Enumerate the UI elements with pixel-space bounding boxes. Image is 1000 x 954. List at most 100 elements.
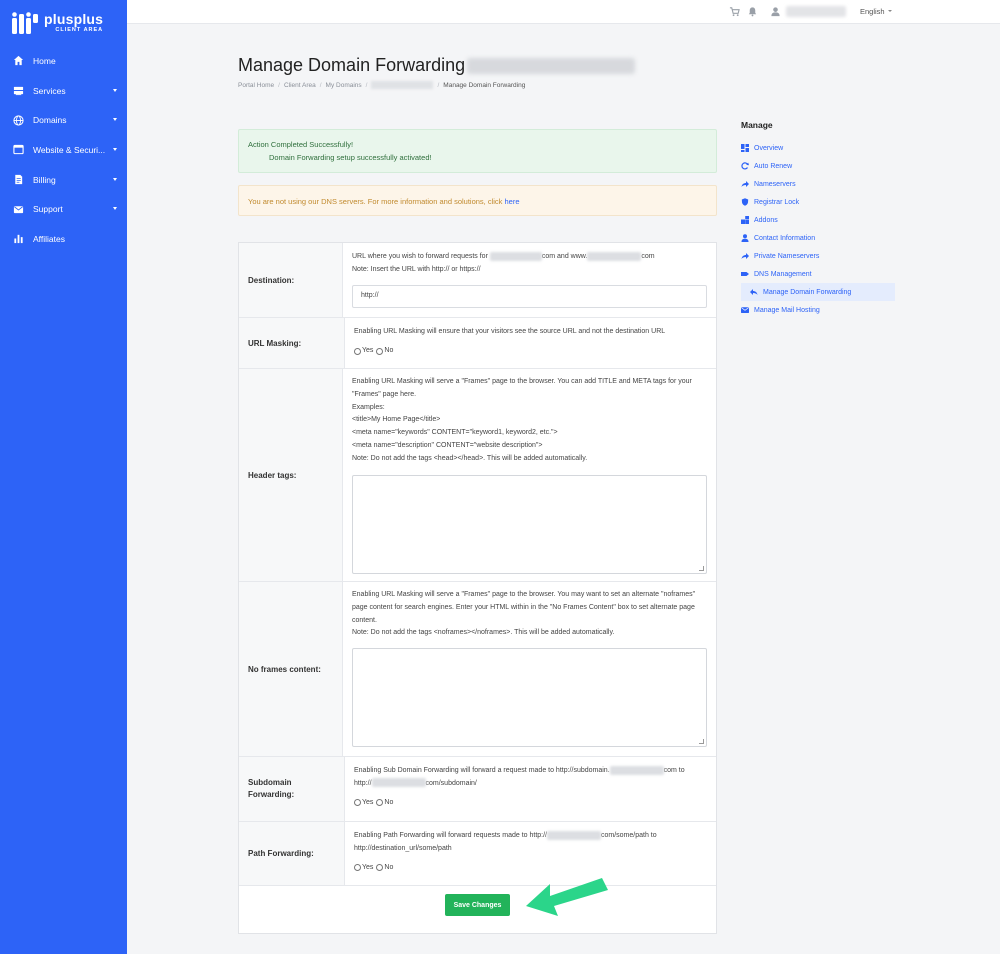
noframes-label: No frames content:: [239, 582, 343, 756]
sidebar-item-billing[interactable]: Billing: [0, 165, 127, 195]
manage-menu: Overview Auto Renew Nameservers Registra…: [741, 139, 895, 319]
bell-icon[interactable]: [747, 6, 758, 17]
tag-icon: [741, 270, 749, 278]
dns-warning-text: You are not using our DNS servers. For m…: [248, 197, 505, 206]
url-masking-radios: Yes No: [354, 345, 707, 358]
sidebar-item-label: Domains: [33, 115, 67, 126]
header-tags-help: Enabling URL Masking will serve a "Frame…: [352, 378, 692, 398]
domain-redacted: [467, 57, 636, 74]
dns-warning-link[interactable]: here: [505, 197, 520, 206]
server-icon: [13, 85, 24, 96]
url-masking-row: URL Masking: Enabling URL Masking will e…: [239, 318, 716, 369]
destination-input[interactable]: http://: [352, 284, 707, 308]
cart-icon[interactable]: [729, 6, 740, 17]
manage-item-auto-renew[interactable]: Auto Renew: [741, 157, 895, 175]
subdomain-yes-radio[interactable]: [354, 799, 361, 807]
destination-row: Destination: URL where you wish to forwa…: [239, 243, 716, 318]
sidebar-item-website-security[interactable]: Website & Securi...: [0, 135, 127, 165]
forward-arrow-icon: [741, 252, 749, 260]
chevron-down-icon: [888, 10, 892, 12]
subdomain-no-radio[interactable]: [376, 799, 384, 807]
save-changes-button[interactable]: Save Changes: [445, 894, 510, 916]
sidebar-item-label: Support: [33, 204, 63, 215]
window-icon: [13, 144, 24, 155]
noframes-note: Note: Do not add the tags <noframes></no…: [352, 629, 615, 637]
sidebar-item-services[interactable]: Services: [0, 76, 127, 106]
refresh-icon: [741, 162, 749, 170]
mail-icon: [13, 204, 24, 215]
manage-item-contact-information[interactable]: Contact Information: [741, 229, 895, 247]
header-tags-textarea[interactable]: [352, 474, 707, 574]
success-alert-message: Domain Forwarding setup successfully act…: [269, 153, 432, 162]
path-forwarding-yes-radio[interactable]: [354, 864, 361, 872]
sidebar-item-label: Billing: [33, 174, 56, 185]
manage-item-addons[interactable]: Addons: [741, 211, 895, 229]
user-icon[interactable]: [770, 6, 781, 17]
shield-icon: [741, 198, 749, 206]
subdomain-radios: Yes No: [354, 797, 707, 810]
sidebar-item-domains[interactable]: Domains: [0, 105, 127, 135]
page-title: Manage Domain Forwarding: [238, 55, 636, 76]
globe-icon: [13, 115, 24, 126]
logo-mark-icon: [12, 12, 38, 34]
sidebar-item-affiliates[interactable]: Affiliates: [0, 224, 127, 254]
breadcrumb-current: Manage Domain Forwarding: [443, 81, 526, 89]
header-tags-label: Header tags:: [239, 369, 343, 581]
noframes-textarea[interactable]: [352, 648, 707, 748]
manage-item-dns-management[interactable]: DNS Management: [741, 265, 895, 283]
destination-note: Note: Insert the URL with http:// or htt…: [352, 265, 481, 273]
language-selector[interactable]: English: [860, 7, 885, 16]
url-masking-yes-radio[interactable]: [354, 347, 361, 355]
success-alert: Action Completed Successfully! Domain Fo…: [238, 129, 717, 173]
path-forwarding-no-radio[interactable]: [376, 864, 384, 872]
subdomain-row: Subdomain Forwarding: Enabling Sub Domai…: [239, 757, 716, 822]
sidebar: plusplus CLIENT AREA Home Services Domai…: [0, 0, 127, 954]
brand-logo[interactable]: plusplus CLIENT AREA: [12, 12, 103, 34]
brand-name: plusplus: [44, 11, 104, 28]
sidebar-item-label: Home: [33, 55, 56, 66]
manage-item-overview[interactable]: Overview: [741, 139, 895, 157]
sidebar-item-label: Website & Securi...: [33, 144, 106, 155]
topbar: English: [127, 0, 1000, 24]
url-masking-no-radio[interactable]: [376, 347, 384, 355]
breadcrumb-domain-redacted[interactable]: [371, 81, 434, 89]
page-title-text: Manage Domain Forwarding: [238, 55, 466, 75]
breadcrumb: Portal Home / Client Area / My Domains /…: [238, 81, 526, 89]
breadcrumb-portal-home[interactable]: Portal Home: [238, 82, 274, 89]
grid-icon: [741, 144, 749, 152]
reply-icon: [750, 288, 758, 296]
path-forwarding-label: Path Forwarding:: [239, 822, 345, 885]
url-masking-help: Enabling URL Masking will ensure that yo…: [354, 328, 666, 335]
document-icon: [13, 174, 24, 185]
noframes-row: No frames content: Enabling URL Masking …: [239, 582, 716, 757]
breadcrumb-my-domains[interactable]: My Domains: [326, 82, 362, 89]
brand-sub: CLIENT AREA: [55, 27, 104, 34]
username-redacted[interactable]: [786, 6, 846, 17]
success-alert-title: Action Completed Successfully!: [248, 140, 354, 149]
manage-item-domain-forwarding[interactable]: Manage Domain Forwarding: [741, 283, 895, 301]
forward-arrow-icon: [741, 180, 749, 188]
manage-item-private-nameservers[interactable]: Private Nameservers: [741, 247, 895, 265]
chevron-down-icon: [113, 207, 117, 211]
breadcrumb-client-area[interactable]: Client Area: [284, 82, 316, 89]
header-tags-row: Header tags: Enabling URL Masking will s…: [239, 369, 716, 582]
manage-item-nameservers[interactable]: Nameservers: [741, 175, 895, 193]
manage-item-registrar-lock[interactable]: Registrar Lock: [741, 193, 895, 211]
subdomain-label: Subdomain Forwarding:: [239, 757, 345, 821]
manage-item-mail-hosting[interactable]: Manage Mail Hosting: [741, 301, 895, 319]
destination-help: URL where you wish to forward requests f…: [352, 251, 655, 261]
sidebar-nav: Home Services Domains Website & Securi..…: [0, 46, 127, 254]
sidebar-item-label: Services: [33, 85, 66, 96]
subdomain-help: Enabling Sub Domain Forwarding will forw…: [354, 765, 685, 775]
dns-warning-alert: You are not using our DNS servers. For m…: [238, 185, 717, 216]
bar-chart-icon: [13, 233, 24, 244]
sidebar-item-home[interactable]: Home: [0, 46, 127, 76]
sidebar-item-support[interactable]: Support: [0, 194, 127, 224]
sidebar-item-label: Affiliates: [33, 233, 65, 244]
noframes-help: Enabling URL Masking will serve a "Frame…: [352, 591, 696, 624]
chevron-down-icon: [113, 118, 117, 122]
chevron-down-icon: [113, 147, 117, 151]
user-icon: [741, 234, 749, 242]
form-actions: Save Changes: [239, 878, 716, 933]
chevron-down-icon: [113, 177, 117, 181]
